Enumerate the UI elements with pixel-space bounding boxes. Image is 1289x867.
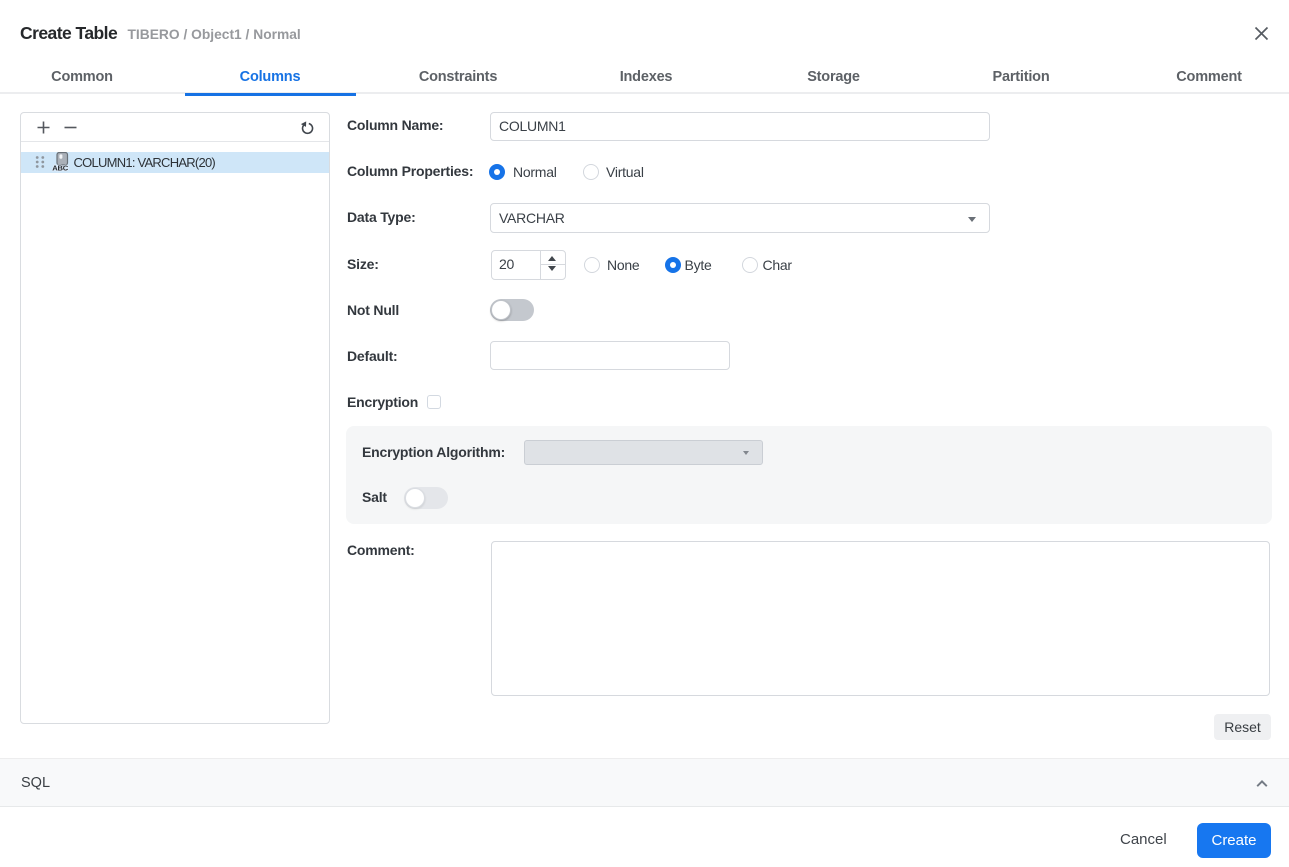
svg-text:ABC: ABC: [52, 163, 69, 172]
